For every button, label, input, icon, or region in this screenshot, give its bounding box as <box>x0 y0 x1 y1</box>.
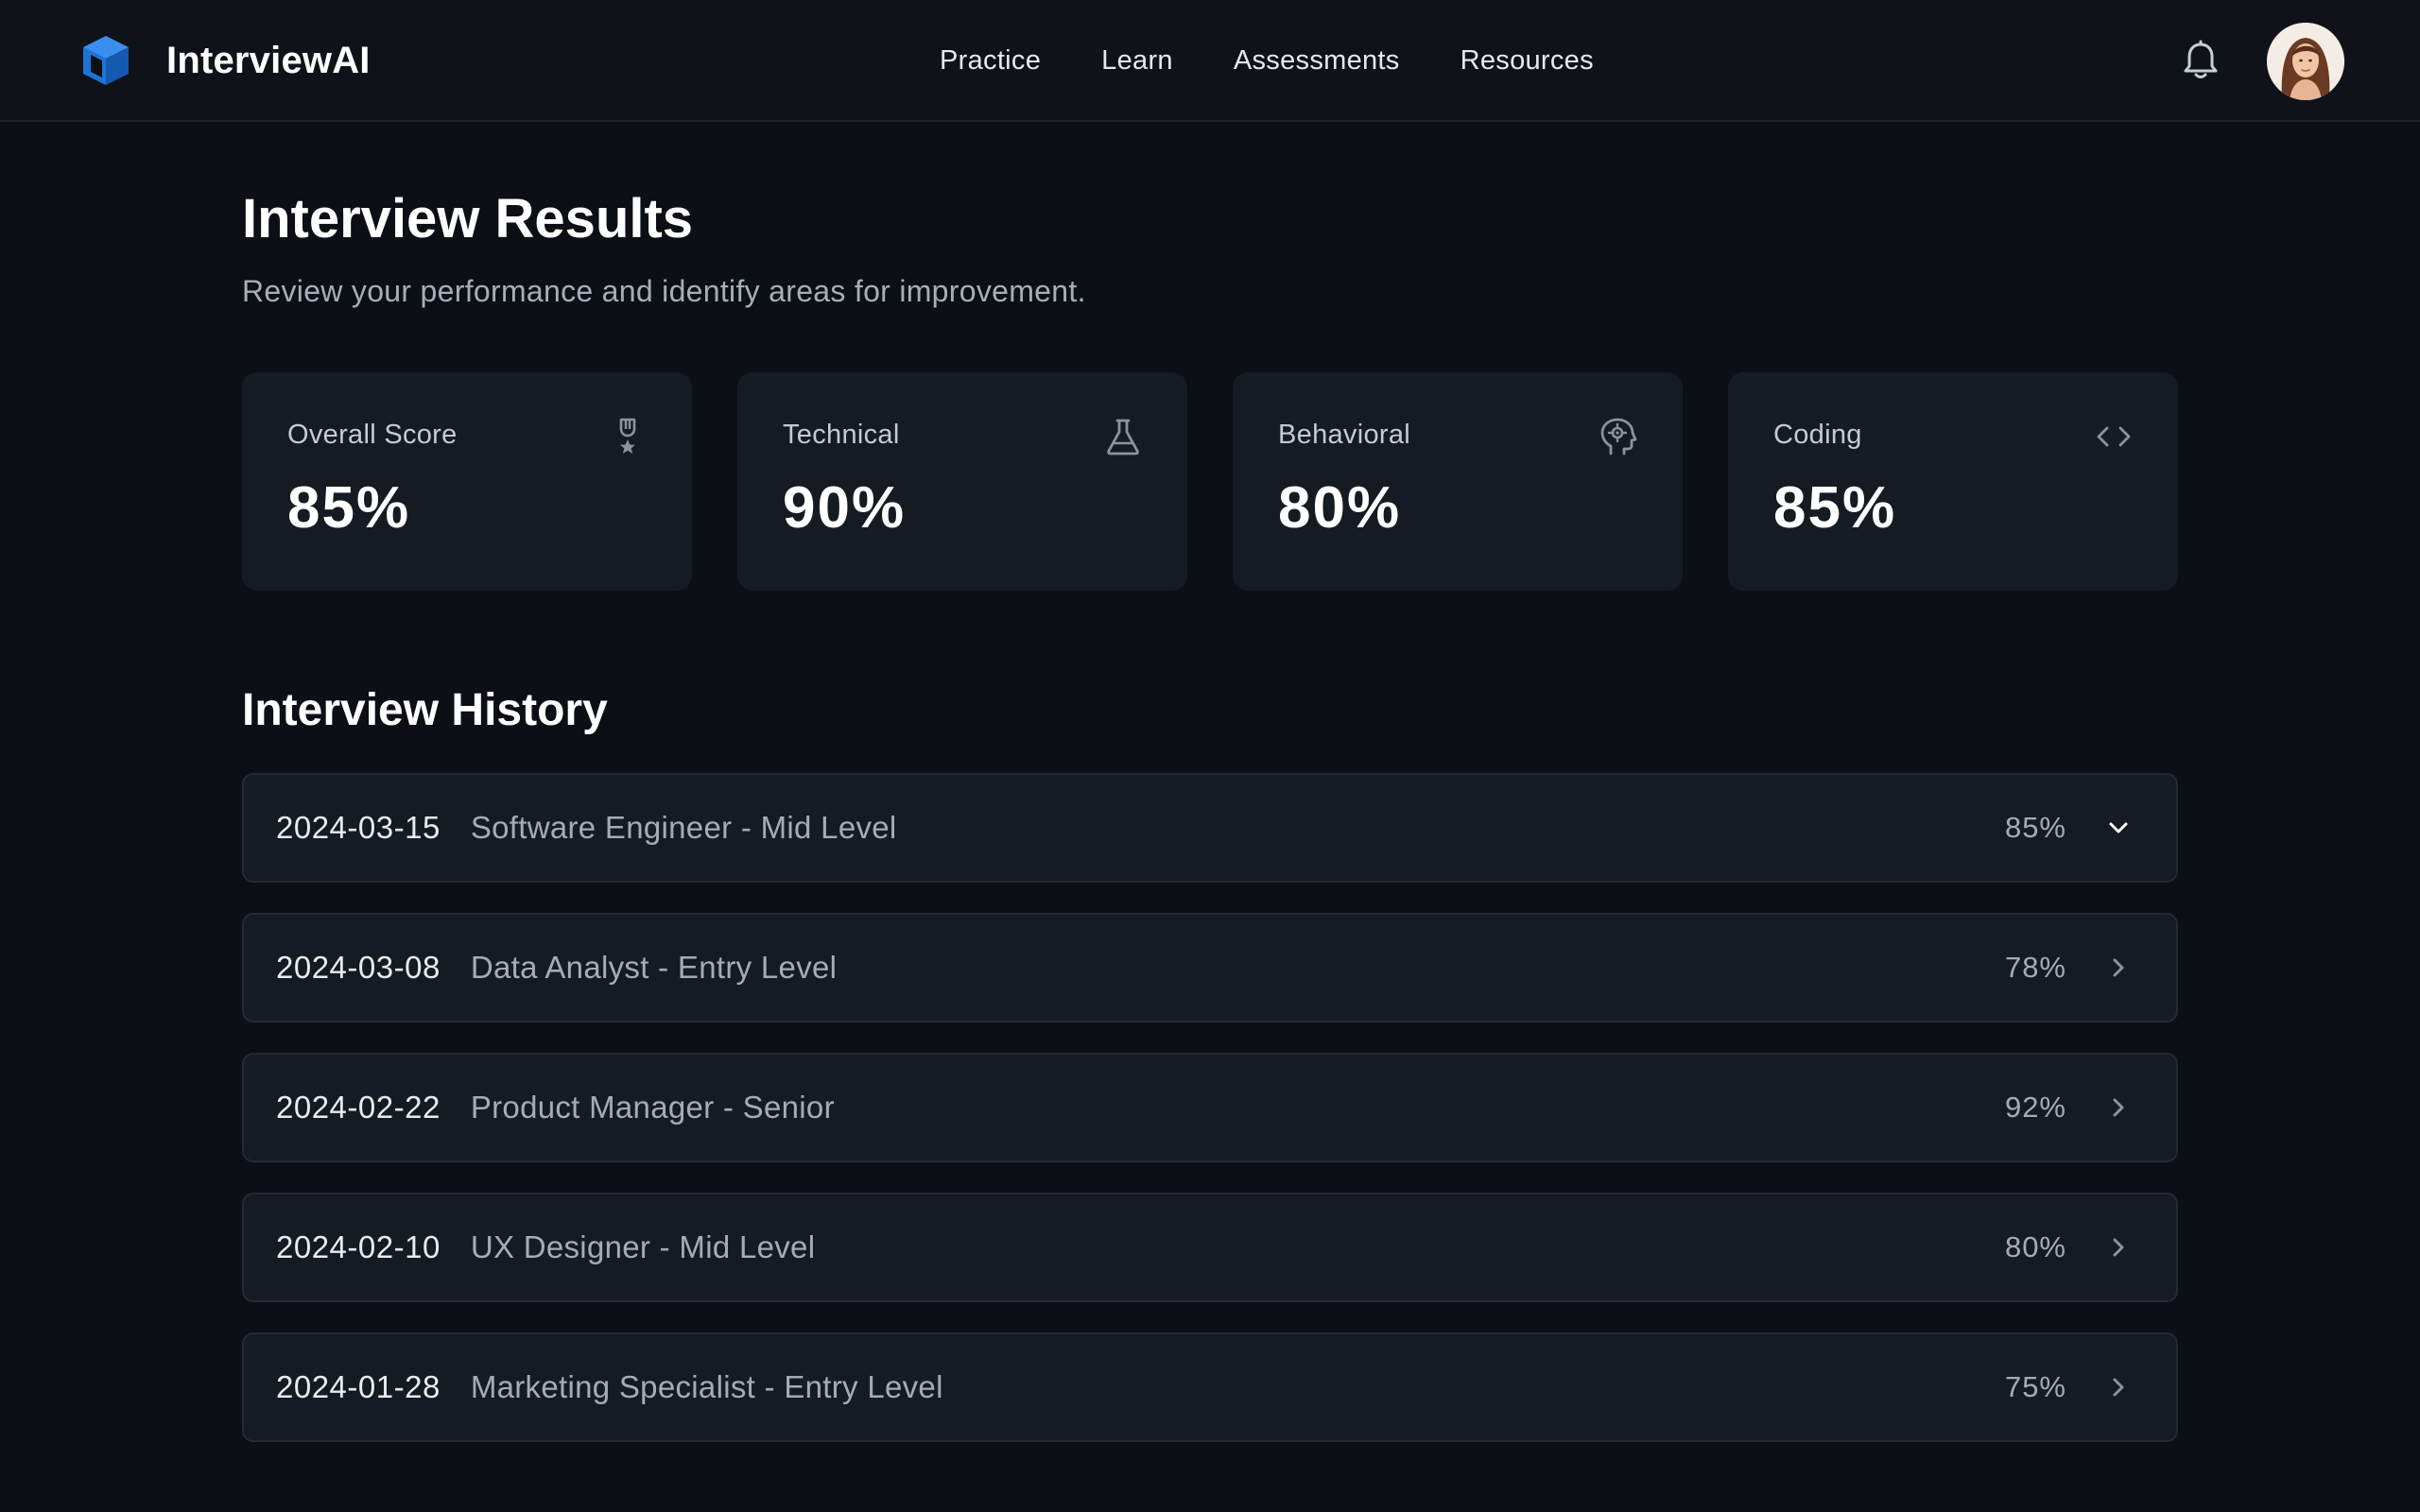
nav-assessments[interactable]: Assessments <box>1234 45 1400 77</box>
nav-resources[interactable]: Resources <box>1461 45 1594 77</box>
bell-icon[interactable] <box>2182 40 2220 81</box>
score-cards: Overall Score 85% Technical 90% Behavior… <box>242 372 2178 591</box>
score-card-label: Overall Score <box>287 420 458 450</box>
row-date: 2024-02-10 <box>276 1229 441 1264</box>
row-role: Software Engineer - Mid Level <box>470 810 897 845</box>
code-icon <box>2097 426 2131 447</box>
page-subtitle: Review your performance and identify are… <box>242 274 1086 308</box>
score-card-label: Behavioral <box>1278 420 1411 450</box>
score-card-label: Technical <box>783 420 900 450</box>
main-nav: Practice Learn Assessments Resources <box>940 38 1594 83</box>
history-title: Interview History <box>242 685 608 735</box>
chevron-down-icon[interactable] <box>2104 814 2133 842</box>
score-card-technical: Technical 90% <box>737 372 1187 591</box>
flask-icon <box>1107 419 1139 455</box>
chevron-right-icon[interactable] <box>2104 1093 2133 1122</box>
nav-learn[interactable]: Learn <box>1101 45 1173 77</box>
app-name: InterviewAI <box>166 39 371 81</box>
history-row[interactable]: 2024-01-28 Marketing Specialist - Entry … <box>242 1332 2178 1442</box>
score-card-behavioral: Behavioral 80% <box>1233 372 1683 591</box>
row-role: Data Analyst - Entry Level <box>470 950 838 985</box>
row-date: 2024-02-22 <box>276 1090 441 1125</box>
history-row[interactable]: 2024-03-15 Software Engineer - Mid Level… <box>242 773 2178 883</box>
row-role: Product Manager - Senior <box>470 1090 835 1125</box>
history-list: 2024-03-15 Software Engineer - Mid Level… <box>242 773 2178 1472</box>
row-score: 80% <box>2004 1230 2066 1263</box>
row-score: 78% <box>2004 951 2066 984</box>
score-card-value: 85% <box>1773 475 1897 541</box>
row-role: Marketing Specialist - Entry Level <box>470 1369 943 1404</box>
row-date: 2024-03-15 <box>276 810 441 845</box>
chevron-right-icon[interactable] <box>2104 954 2133 982</box>
nav-practice[interactable]: Practice <box>940 45 1041 77</box>
top-navbar: InterviewAI Practice Learn Assessments R… <box>0 0 2420 122</box>
row-score: 85% <box>2004 811 2066 844</box>
history-row[interactable]: 2024-02-22 Product Manager - Senior 92% <box>242 1053 2178 1162</box>
chevron-right-icon[interactable] <box>2104 1373 2133 1401</box>
row-date: 2024-01-28 <box>276 1369 441 1404</box>
row-role: UX Designer - Mid Level <box>470 1229 816 1264</box>
user-avatar[interactable] <box>2267 23 2344 100</box>
chevron-right-icon[interactable] <box>2104 1233 2133 1262</box>
award-icon <box>619 418 636 454</box>
history-row[interactable]: 2024-03-08 Data Analyst - Entry Level 78… <box>242 913 2178 1022</box>
score-card-label: Coding <box>1773 420 1862 450</box>
page-title: Interview Results <box>242 188 694 249</box>
row-score: 75% <box>2004 1370 2066 1403</box>
score-card-value: 90% <box>783 475 907 541</box>
cube-logo-icon <box>83 36 129 85</box>
score-card-value: 80% <box>1278 475 1402 541</box>
brand[interactable]: InterviewAI <box>78 30 371 91</box>
history-row[interactable]: 2024-02-10 UX Designer - Mid Level 80% <box>242 1193 2178 1302</box>
score-card-overall: Overall Score 85% <box>242 372 692 591</box>
score-card-coding: Coding 85% <box>1728 372 2178 591</box>
head-gear-icon <box>1600 418 1637 455</box>
score-card-value: 85% <box>287 475 411 541</box>
row-score: 92% <box>2004 1091 2066 1124</box>
row-date: 2024-03-08 <box>276 950 441 985</box>
